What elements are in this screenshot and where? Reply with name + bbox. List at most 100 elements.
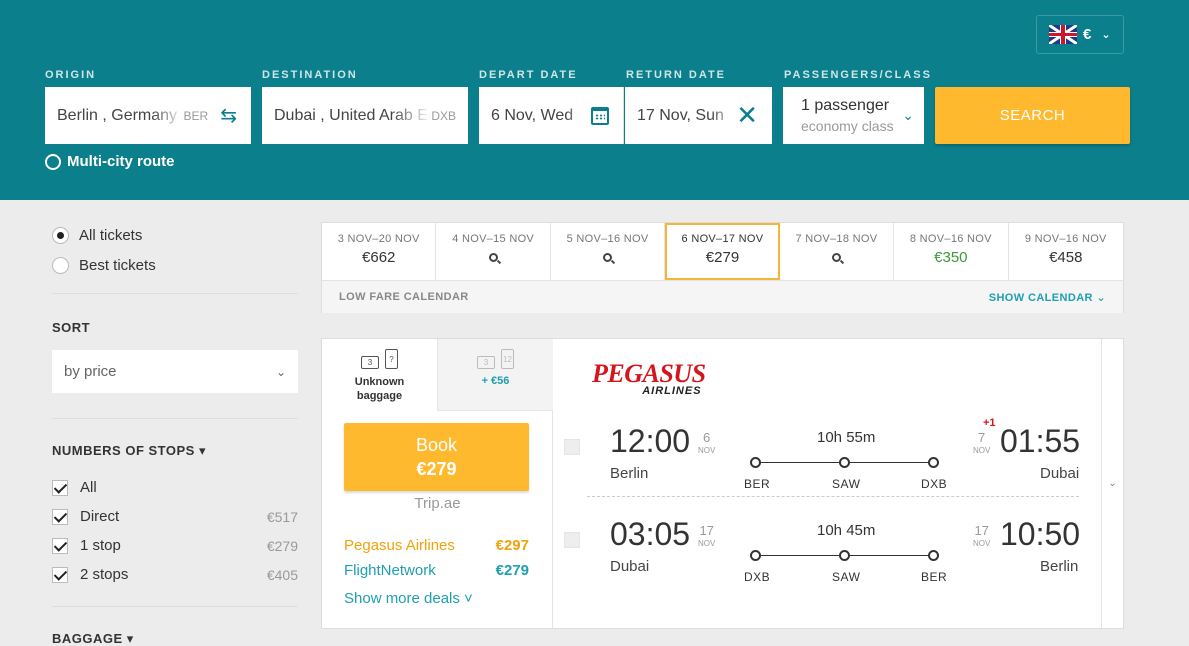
return-date-value: 17 Nov, Sun xyxy=(637,106,724,124)
stops-filter-2-stops[interactable]: 2 stops €405 xyxy=(52,560,298,589)
calendar-icon[interactable] xyxy=(591,106,609,125)
book-label: Book xyxy=(415,435,458,455)
show-more-deals-link[interactable]: Show more deals ˅ xyxy=(344,590,473,607)
date-cell[interactable]: 5 NOV–16 NOV xyxy=(551,223,666,280)
stops-heading[interactable]: NUMBERS OF STOPS ▾ xyxy=(52,443,298,459)
stop-dot xyxy=(928,457,939,468)
airport-code: DXB xyxy=(744,570,771,584)
book-button[interactable]: Book €279 xyxy=(344,423,529,491)
arrival-month: NOV xyxy=(973,446,991,455)
radio-unselected[interactable] xyxy=(52,256,69,274)
book-price: €279 xyxy=(416,459,457,479)
stops-filter-label: 2 stops xyxy=(80,566,129,583)
flight-ticket-card: 3 ? Unknown baggage 3 12 + €56 Book €279… xyxy=(321,338,1124,629)
show-calendar-label: SHOW CALENDAR xyxy=(988,291,1093,304)
date-range: 6 NOV–17 NOV xyxy=(681,233,764,245)
chevron-down-icon: ⌄ xyxy=(902,107,914,123)
stops-filter-label: Direct xyxy=(80,508,120,525)
airport-code: BER xyxy=(744,477,771,491)
inbound-segment[interactable]: 03:05 17 NOV Dubai 10h 45m DXB SAW BER 17… xyxy=(562,508,1102,588)
date-cell[interactable]: 4 NOV–15 NOV xyxy=(436,223,551,280)
search-button[interactable]: SEARCH xyxy=(935,87,1130,144)
sort-select[interactable]: by price ⌄ xyxy=(52,350,298,393)
best-tickets-radio[interactable]: Best tickets xyxy=(52,250,298,280)
stops-filter-price: €405 xyxy=(266,566,298,583)
multi-city-icon xyxy=(45,153,61,170)
luggage-icon: ? xyxy=(385,349,398,369)
departure-day: 6 xyxy=(703,430,711,445)
depart-date-field[interactable]: 6 Nov, Wed xyxy=(479,87,624,144)
expand-ticket-button[interactable]: ⌄ xyxy=(1101,339,1123,628)
return-date-field[interactable]: 17 Nov, Sun ✕ xyxy=(625,87,772,144)
stop-dot xyxy=(839,550,850,561)
baggage-heading[interactable]: BAGGAGE ▾ xyxy=(52,631,298,646)
departure-month: NOV xyxy=(698,539,716,548)
departure-time: 12:00 xyxy=(610,423,691,459)
deal-agent[interactable]: FlightNetwork xyxy=(344,562,436,579)
date-cell[interactable]: 3 NOV–20 NOV €662 xyxy=(322,223,437,280)
departure-month: NOV xyxy=(698,446,716,455)
checkbox-checked[interactable] xyxy=(52,479,68,496)
arrival-time: 01:55 xyxy=(1000,423,1081,459)
airline-logo-subtext: AIRLINES xyxy=(642,385,702,397)
search-icon xyxy=(603,253,613,262)
segment-checkbox[interactable] xyxy=(564,439,580,455)
flight-duration: 10h 55m xyxy=(817,429,876,446)
luggage-icon: 12 xyxy=(501,349,514,369)
depart-date-label: DEPART DATE xyxy=(479,69,578,81)
stop-dot xyxy=(839,457,850,468)
return-date-label: RETURN DATE xyxy=(626,69,727,81)
departure-time: 03:05 xyxy=(610,516,691,552)
date-cell[interactable]: 8 NOV–16 NOV €350 xyxy=(894,223,1009,280)
departure-city: Dubai xyxy=(610,558,650,575)
checkbox-checked[interactable] xyxy=(52,537,68,554)
baggage-tab-unknown[interactable]: 3 ? Unknown baggage xyxy=(322,339,437,411)
deal-row[interactable]: Pegasus Airlines €297 xyxy=(344,537,529,554)
swap-icon[interactable]: ⇆ xyxy=(220,103,237,128)
stops-filter-1-stop[interactable]: 1 stop €279 xyxy=(52,531,298,560)
origin-label: ORIGIN xyxy=(45,69,97,81)
destination-label: DESTINATION xyxy=(262,69,358,81)
date-cell[interactable]: 7 NOV–18 NOV xyxy=(780,223,895,280)
suitcase-icon: 3 xyxy=(361,356,379,369)
multi-city-label: Multi-city route xyxy=(67,153,175,170)
stop-dot xyxy=(928,550,939,561)
all-tickets-radio[interactable]: All tickets xyxy=(52,220,298,250)
date-range: 7 NOV–18 NOV xyxy=(795,233,878,245)
stop-dot xyxy=(750,457,761,468)
radio-selected[interactable] xyxy=(52,226,69,244)
airport-code: BER xyxy=(921,570,948,584)
passengers-label: PASSENGERS/CLASS xyxy=(784,69,932,81)
segment-checkbox[interactable] xyxy=(564,532,580,548)
chevron-down-icon: ⌄ xyxy=(1101,29,1111,41)
destination-field[interactable]: Dubai , United Arab Emirates DXB xyxy=(262,87,468,144)
date-price: €350 xyxy=(934,249,968,266)
multi-city-link[interactable]: Multi-city route xyxy=(45,153,175,170)
outbound-segment[interactable]: 12:00 6 NOV Berlin 10h 55m BER SAW DXB +1… xyxy=(562,415,1102,495)
booking-agent: Trip.ae xyxy=(414,495,461,512)
show-calendar-link[interactable]: SHOW CALENDAR ⌄ xyxy=(989,291,1106,304)
search-icon xyxy=(831,253,841,262)
baggage-tab-extra[interactable]: 3 12 + €56 xyxy=(437,339,553,411)
checkbox-checked[interactable] xyxy=(52,508,68,525)
date-cell[interactable]: 9 NOV–16 NOV €458 xyxy=(1009,223,1123,280)
deal-row[interactable]: FlightNetwork €279 xyxy=(344,562,529,579)
passengers-class-selector[interactable]: 1 passenger economy class ⌄ xyxy=(783,87,924,144)
stops-filter-direct[interactable]: Direct €517 xyxy=(52,502,298,531)
origin-field[interactable]: Berlin , Germany BER ⇆ xyxy=(45,87,251,144)
close-icon[interactable]: ✕ xyxy=(736,100,758,131)
language-currency-selector[interactable]: € ⌄ xyxy=(1036,15,1124,54)
checkbox-checked[interactable] xyxy=(52,566,68,583)
date-cell-selected[interactable]: 6 NOV–17 NOV €279 xyxy=(665,223,780,280)
stops-filter-all[interactable]: All xyxy=(52,473,298,502)
deal-agent[interactable]: Pegasus Airlines xyxy=(344,537,455,554)
segment-divider xyxy=(587,496,1079,497)
next-day-badge: +1 xyxy=(983,417,996,429)
sort-value: by price xyxy=(64,363,117,380)
low-fare-calendar-label: LOW FARE CALENDAR xyxy=(339,291,469,303)
date-range: 5 NOV–16 NOV xyxy=(566,233,649,245)
deal-price: €297 xyxy=(495,537,529,554)
arrival-city: Dubai xyxy=(1040,465,1080,482)
arrival-day: 17 xyxy=(974,523,989,538)
stops-filter-label: 1 stop xyxy=(80,537,121,554)
